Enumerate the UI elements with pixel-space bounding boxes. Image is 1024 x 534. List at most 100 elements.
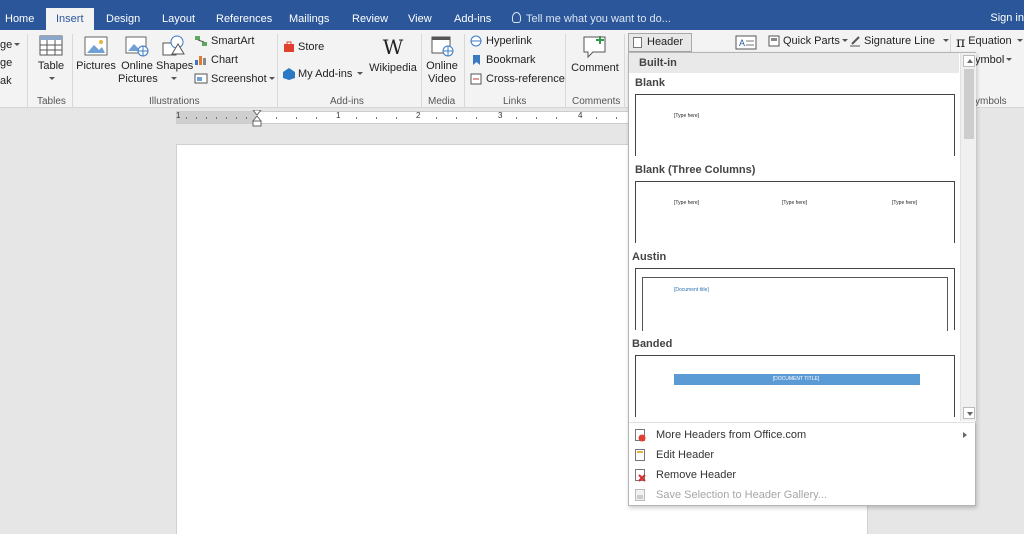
gallery-item-name: Austin <box>632 251 667 263</box>
links-group-label: Links <box>503 96 527 107</box>
hyperlink-button[interactable]: Hyperlink <box>470 32 532 50</box>
ruler-tick <box>596 117 597 119</box>
group-separator <box>624 34 625 108</box>
shapes-button[interactable]: Shapes <box>156 34 194 86</box>
text-box-button[interactable]: A <box>735 34 760 52</box>
chevron-down-icon <box>1016 39 1023 42</box>
ruler-tick <box>196 117 197 119</box>
chevron-down-icon <box>14 43 21 46</box>
chevron-down-icon <box>268 77 275 80</box>
pi-icon: π <box>956 35 966 51</box>
gallery-scrollbar[interactable] <box>960 53 976 421</box>
smartart-button[interactable]: SmartArt <box>194 32 254 50</box>
ruler-tick <box>516 117 517 119</box>
placeholder-text: [Type here] <box>674 200 700 206</box>
tab-insert[interactable]: Insert <box>46 8 94 30</box>
ruler-tick <box>616 117 617 119</box>
equation-label: Equation <box>968 35 1012 47</box>
tab-mailings[interactable]: Mailings <box>289 0 329 30</box>
header-option-banded[interactable]: [DOCUMENT TITLE] <box>635 355 955 417</box>
tab-addins[interactable]: Add-ins <box>454 0 491 30</box>
tab-layout[interactable]: Layout <box>162 0 195 30</box>
online-video-label-1: Online <box>426 60 458 72</box>
ruler-tick <box>246 117 247 119</box>
comments-group-label: Comments <box>572 96 621 107</box>
scroll-down-icon[interactable] <box>963 407 975 419</box>
tell-me-search[interactable]: Tell me what you want to do... <box>512 12 671 25</box>
ruler-number: 1 <box>336 111 341 120</box>
horizontal-ruler[interactable]: 1 1 2 3 4 <box>176 110 646 127</box>
pictures-button[interactable]: Pictures <box>76 34 116 73</box>
save-selection-menu-item[interactable]: Save Selection to Header Gallery... <box>629 485 975 505</box>
blank-page-partial[interactable]: ge <box>0 54 12 72</box>
smartart-label: SmartArt <box>211 35 255 47</box>
group-separator <box>421 34 422 108</box>
placeholder-text: [Document title] <box>674 287 709 293</box>
sign-in-link[interactable]: Sign in <box>990 12 1024 24</box>
ruler-tick <box>236 117 237 119</box>
ruler-number: 1 <box>176 111 181 120</box>
scroll-thumb[interactable] <box>964 69 974 139</box>
remove-header-menu-item[interactable]: Remove Header <box>629 465 975 485</box>
builtin-section-title: Built-in <box>629 53 959 73</box>
more-headers-menu-item[interactable]: More Headers from Office.com <box>629 425 975 445</box>
symbol-button[interactable]: ymbol <box>975 51 1013 69</box>
page-break-partial[interactable]: ak <box>0 72 12 90</box>
chart-button[interactable]: Chart <box>194 51 238 69</box>
cross-reference-icon <box>470 73 482 85</box>
indent-marker-icon[interactable] <box>252 110 262 128</box>
cross-reference-button[interactable]: Cross-reference <box>470 70 565 88</box>
tab-view[interactable]: View <box>408 0 432 30</box>
tab-references[interactable]: References <box>216 0 272 30</box>
ruler-tick <box>276 117 277 119</box>
bookmark-icon <box>473 55 480 65</box>
online-video-icon <box>431 36 454 57</box>
store-button[interactable]: Store <box>283 38 324 56</box>
ruler-tick <box>296 117 297 119</box>
tell-me-text: Tell me what you want to do... <box>526 13 671 25</box>
edit-header-menu-item[interactable]: Edit Header <box>629 445 975 465</box>
equation-button[interactable]: π Equation <box>956 32 1023 51</box>
online-pictures-icon <box>125 36 149 57</box>
ruler-tick <box>356 117 357 119</box>
scroll-up-icon[interactable] <box>963 55 975 67</box>
header-option-blank-three-columns[interactable]: [Type here] [Type here] [Type here] <box>635 181 955 243</box>
addins-group-label: Add-ins <box>330 96 364 107</box>
edit-header-icon <box>635 449 645 461</box>
cover-page-partial[interactable]: ge <box>0 36 21 54</box>
group-separator <box>27 34 28 108</box>
save-selection-label: Save Selection to Header Gallery... <box>656 489 827 501</box>
signature-line-label: Signature Line <box>864 35 935 47</box>
placeholder-text: [DOCUMENT TITLE] <box>772 376 820 382</box>
chevron-right-icon <box>963 432 967 438</box>
illustrations-group-label: Illustrations <box>149 96 200 107</box>
cross-reference-label: Cross-reference <box>486 73 565 85</box>
quick-parts-button[interactable]: Quick Parts <box>768 32 848 50</box>
signature-line-icon <box>850 36 860 47</box>
group-separator <box>72 34 73 108</box>
online-pictures-button[interactable]: Online Pictures <box>118 34 158 86</box>
comment-button[interactable]: Comment <box>570 34 620 75</box>
table-icon <box>39 35 63 56</box>
table-button[interactable]: Table <box>36 34 66 86</box>
shapes-label: Shapes <box>156 60 194 72</box>
signature-line-button[interactable]: Signature Line <box>849 32 950 50</box>
wikipedia-button[interactable]: W Wikipedia <box>368 34 418 75</box>
my-addins-button[interactable]: My Add-ins <box>283 65 364 83</box>
bookmark-button[interactable]: Bookmark <box>470 51 536 69</box>
symbol-label: ymbol <box>975 54 1005 66</box>
tab-home[interactable]: Home <box>5 0 34 30</box>
screenshot-button[interactable]: Screenshot <box>194 70 275 88</box>
tab-design[interactable]: Design <box>106 0 140 30</box>
chevron-down-icon <box>357 72 364 75</box>
header-option-blank[interactable]: [Type here] <box>635 94 955 156</box>
media-group-label: Media <box>428 96 456 107</box>
online-video-button[interactable]: Online Video <box>424 34 460 86</box>
text-box-icon: A <box>735 35 757 50</box>
header-option-austin[interactable]: [Document title] <box>635 268 955 331</box>
pictures-icon <box>84 36 108 56</box>
tables-group-label: Tables <box>37 96 66 107</box>
smartart-icon <box>195 36 207 46</box>
header-button[interactable]: Header <box>628 33 692 60</box>
tab-review[interactable]: Review <box>352 0 388 30</box>
